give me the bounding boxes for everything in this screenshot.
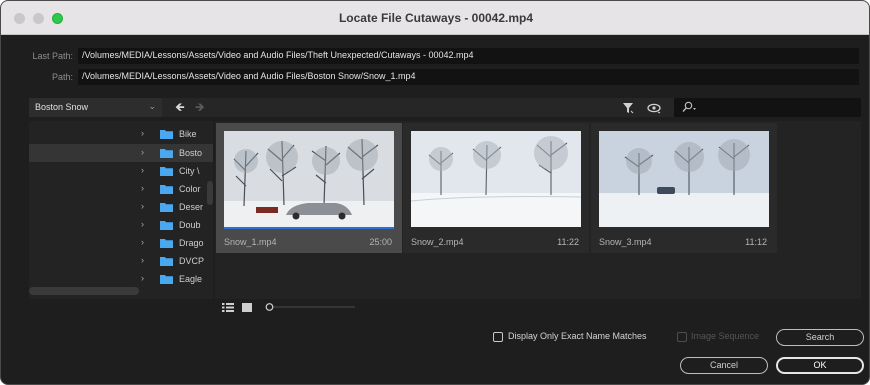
exact-name-checkbox[interactable] [493,332,503,342]
chevron-right-icon[interactable]: › [141,219,144,229]
folder-icon [160,149,173,158]
thumbnail-filename: Snow_2.mp4 [411,237,464,247]
folder-row[interactable]: › City \ [29,162,213,180]
chevron-down-icon: ⌄ [148,101,156,111]
folder-icon [160,221,173,230]
video-thumbnail [411,131,581,227]
thumbnail-card[interactable]: Snow_3.mp4 11:12 [591,123,777,253]
video-thumbnail [599,131,769,227]
folder-icon [160,203,173,212]
folder-row-selected[interactable]: › Bosto [29,144,213,162]
folder-row[interactable]: › Bike [29,125,213,143]
search-button[interactable]: Search [776,329,864,346]
folder-row[interactable]: › Color [29,180,213,198]
chevron-right-icon[interactable]: › [141,273,144,283]
image-sequence-label: Image Sequence [691,331,760,341]
folder-label: Bike [179,129,197,139]
folder-row[interactable]: › Deser [29,198,213,216]
chevron-right-icon[interactable]: › [141,255,144,265]
thumbnail-filename: Snow_3.mp4 [599,237,652,247]
folder-label: Eagle [179,274,203,284]
arrow-left-icon[interactable]: 🡸 [175,101,185,113]
folder-icon [160,239,173,248]
thumbnail-duration: 11:12 [745,237,767,247]
thumbnail-filename: Snow_1.mp4 [224,237,277,247]
pane-resize-handle[interactable] [207,181,213,205]
search-icon [682,101,696,112]
chevron-right-icon[interactable]: › [141,201,144,211]
list-view-icon[interactable] [222,303,234,312]
folder-tree[interactable]: › Bike › Bosto › City \ › Color › Deser … [29,121,213,299]
folder-label: Color [179,184,201,194]
folder-label: Bosto [179,148,203,158]
folder-label: Drago [179,238,204,248]
exact-name-label: Display Only Exact Name Matches [508,331,647,341]
thumbnail-card-selected[interactable]: Snow_1.mp4 25:00 [216,123,402,253]
path-field[interactable]: /Volumes/MEDIA/Lessons/Assets/Video and … [78,69,859,85]
arrow-right-icon[interactable]: 🡺 [195,101,205,113]
folder-label: DVCP [179,256,205,266]
folder-row[interactable]: › Doub [29,216,213,234]
title-bar[interactable]: Locate File Cutaways - 00042.mp4 [1,1,869,35]
icon-view-icon[interactable] [242,303,252,312]
folder-label: Doub [179,220,201,230]
folder-row[interactable]: › DVCP [29,252,213,270]
chevron-right-icon[interactable]: › [141,128,144,138]
folder-label: City \ [179,166,200,176]
last-path-field: /Volumes/MEDIA/Lessons/Assets/Video and … [78,48,859,64]
playhead-progress [224,227,394,229]
window-title: Locate File Cutaways - 00042.mp4 [338,11,534,25]
thumbnail-card[interactable]: Snow_2.mp4 11:22 [403,123,589,253]
ok-button[interactable]: OK [776,357,864,374]
thumbnail-duration: 25:00 [369,237,392,247]
cancel-button[interactable]: Cancel [680,357,768,374]
folder-icon [160,130,173,139]
location-dropdown-label: Boston Snow [35,102,89,112]
folder-icon [160,275,173,284]
last-path-label: Last Path: [32,51,73,61]
search-input[interactable] [674,98,861,117]
video-thumbnail [224,131,394,227]
eye-icon[interactable] [647,102,661,114]
locate-file-dialog: Locate File Cutaways - 00042.mp4 Last Pa… [0,0,870,385]
chevron-right-icon[interactable]: › [141,165,144,175]
folder-row[interactable]: › Eagle [29,270,213,288]
thumbnail-duration: 11:22 [557,237,579,247]
horizontal-scrollbar[interactable] [29,287,139,295]
path-label: Path: [51,72,73,82]
folder-icon [160,185,173,194]
folder-row[interactable]: › Drago [29,234,213,252]
chevron-right-icon[interactable]: › [141,147,144,157]
filter-icon[interactable] [622,102,634,114]
chevron-right-icon[interactable]: › [141,183,144,193]
location-dropdown[interactable]: Boston Snow ⌄ [29,98,162,117]
folder-icon [160,167,173,176]
image-sequence-checkbox[interactable] [677,332,687,342]
folder-label: Deser [179,202,204,212]
thumbnail-size-slider[interactable] [265,302,355,312]
folder-icon [160,257,173,266]
chevron-right-icon[interactable]: › [141,237,144,247]
